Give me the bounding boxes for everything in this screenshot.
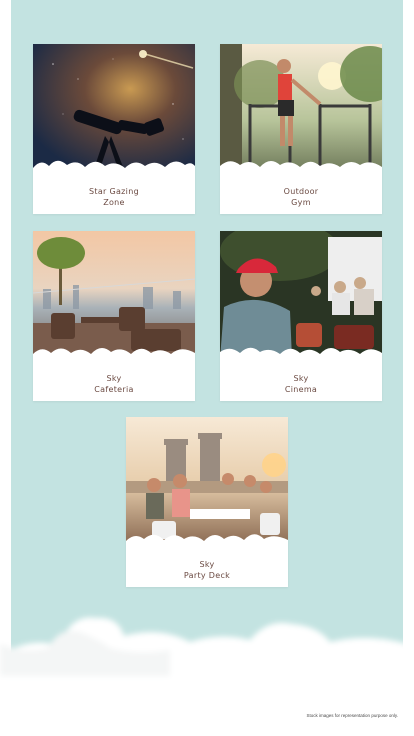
amenity-caption: Star Gazing Zone — [89, 187, 139, 207]
amenity-card-sky-cinema[interactable]: Sky Cinema — [220, 231, 382, 401]
snow-edge — [33, 160, 195, 180]
outdoor-gym-photo — [220, 44, 382, 172]
star-gazing-photo — [33, 44, 195, 172]
sky-cinema-photo — [220, 231, 382, 359]
amenity-card-sky-cafeteria[interactable]: Sky Cafeteria — [33, 231, 195, 401]
disclaimer-text: Stock images for representation purpose … — [306, 713, 398, 718]
snow-edge — [220, 347, 382, 367]
amenity-caption: Outdoor Gym — [283, 187, 319, 207]
snow-edge — [33, 347, 195, 367]
sky-cafeteria-photo — [33, 231, 195, 359]
sky-party-deck-photo — [126, 417, 288, 545]
amenity-caption: Sky Party Deck — [183, 560, 231, 580]
amenity-caption: Sky Cafeteria — [94, 374, 134, 394]
snow-edge — [126, 534, 288, 553]
amenity-card-sky-party-deck[interactable]: Sky Party Deck — [126, 417, 288, 587]
amenity-card-star-gazing[interactable]: Star Gazing Zone — [33, 44, 195, 214]
amenity-caption: Sky Cinema — [284, 374, 318, 394]
snow-edge — [220, 160, 382, 180]
amenity-card-outdoor-gym[interactable]: Outdoor Gym — [220, 44, 382, 214]
